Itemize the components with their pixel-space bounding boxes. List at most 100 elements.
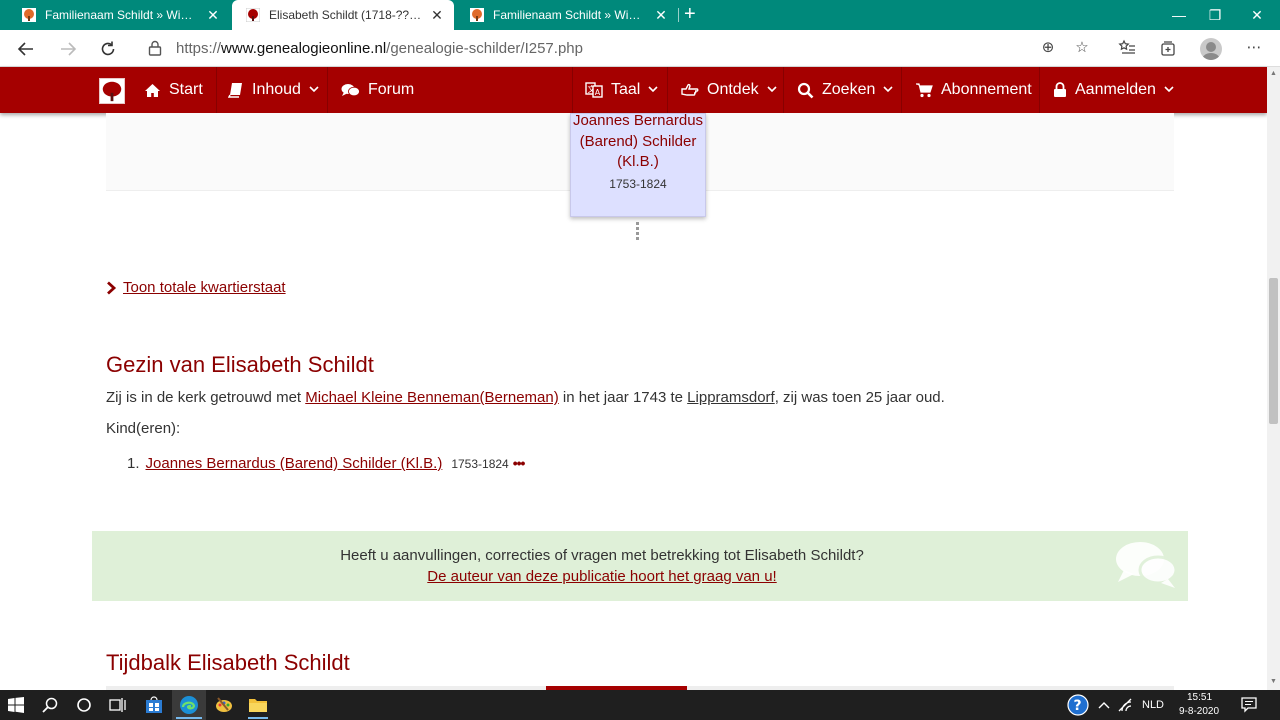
nav-zoeken[interactable]: Zoeken xyxy=(787,67,903,113)
comments-icon xyxy=(341,83,360,98)
nav-separator xyxy=(327,67,328,113)
marriage-text-3: , zij was toen 25 jaar oud. xyxy=(774,389,945,406)
chevron-down-icon xyxy=(883,85,893,96)
search-icon xyxy=(797,82,814,99)
pedigree-person-name[interactable]: Joannes Bernardus (Barend) Schilder (Kl.… xyxy=(571,111,705,173)
nav-separator xyxy=(667,67,668,113)
close-tab-icon[interactable]: ✕ xyxy=(430,7,444,24)
collections-icon[interactable] xyxy=(1158,38,1178,58)
favorite-star-icon[interactable]: ☆ xyxy=(1072,38,1092,58)
nav-inhoud[interactable]: Inhoud xyxy=(218,67,329,113)
nav-ontdek-label: Ontdek xyxy=(707,81,759,98)
nav-start-label: Start xyxy=(169,81,203,98)
scroll-down-icon[interactable]: ▼ xyxy=(1269,678,1278,688)
running-app-indicator xyxy=(248,717,268,719)
tab-title: Familienaam Schildt » Wie (onderzoekt) xyxy=(493,8,646,22)
chevron-down-icon xyxy=(767,85,777,96)
chevron-up-icon[interactable] xyxy=(1092,693,1116,717)
marriage-text: Zij is in de kerk getrouwd met Michael K… xyxy=(106,389,945,406)
nav-separator xyxy=(216,67,217,113)
notification-icon[interactable] xyxy=(1237,693,1261,717)
browser-tab-1[interactable]: Familienaam Schildt » Wie (onderzoekt) ✕ xyxy=(8,0,230,30)
close-tab-icon[interactable]: ✕ xyxy=(654,7,668,24)
pedigree-person-years: 1753-1824 xyxy=(609,176,667,191)
scroll-up-icon[interactable]: ▲ xyxy=(1269,70,1278,80)
tab-title: Familienaam Schildt » Wie (onderzoekt) xyxy=(45,8,198,22)
nav-separator xyxy=(783,67,784,113)
browser-tab-3[interactable]: Familienaam Schildt » Wie (onderzoekt) ✕ xyxy=(456,0,678,30)
pedigree-connector xyxy=(636,222,639,240)
tab-separator xyxy=(678,8,679,22)
nav-aanmelden-label: Aanmelden xyxy=(1075,81,1156,98)
nav-aanmelden[interactable]: Aanmelden xyxy=(1043,67,1184,113)
cortana-icon[interactable] xyxy=(72,693,96,717)
maximize-icon[interactable]: ❐ xyxy=(1192,0,1238,30)
pedigree-person-box[interactable]: Joannes Bernardus (Barend) Schilder (Kl.… xyxy=(570,111,706,217)
help-icon[interactable]: ? xyxy=(1066,693,1090,717)
lock-icon xyxy=(1053,82,1067,98)
add-page-icon[interactable]: ⊕ xyxy=(1038,38,1058,58)
url-path: /genealogie-schilder/I257.php xyxy=(386,40,583,57)
nav-separator xyxy=(1039,67,1040,113)
nav-taal[interactable]: 文A Taal xyxy=(575,67,668,113)
task-view-icon[interactable] xyxy=(106,693,130,717)
close-window-icon[interactable]: ✕ xyxy=(1234,0,1280,30)
site-navbar: Start Inhoud Forum 文A Taal Ontdek Zoeken… xyxy=(0,67,1267,113)
comments-icon xyxy=(1116,542,1178,588)
nav-abonnement-label: Abonnement xyxy=(941,81,1032,98)
favorites-list-icon[interactable] xyxy=(1117,38,1137,58)
back-arrow-icon[interactable] xyxy=(14,37,38,61)
children-label: Kind(eren): xyxy=(106,420,181,437)
tijdbalk-heading: Tijdbalk Elisabeth Schildt xyxy=(106,650,350,675)
url-host: www.genealogieonline.nl xyxy=(221,40,387,57)
language-indicator[interactable]: NLD xyxy=(1142,699,1164,711)
chevron-right-icon xyxy=(106,280,117,295)
feedback-link[interactable]: De auteur van deze publicatie hoort het … xyxy=(427,568,776,585)
url-scheme: https:// xyxy=(176,40,222,57)
profile-avatar[interactable] xyxy=(1200,38,1222,60)
paint-app-icon[interactable] xyxy=(212,693,236,717)
lock-icon[interactable] xyxy=(148,40,162,56)
clock-date[interactable]: 9-8-2020 xyxy=(1179,706,1219,717)
browser-tab-2[interactable]: Elisabeth Schildt (1718-????) » Genealog… xyxy=(232,0,454,30)
tree-favicon-icon xyxy=(246,8,260,22)
site-logo[interactable] xyxy=(99,78,125,104)
more-menu-icon[interactable]: ⋯ xyxy=(1244,38,1264,58)
child-link[interactable]: Joannes Bernardus (Barend) Schilder (Kl.… xyxy=(146,455,443,472)
edge-browser-icon[interactable] xyxy=(177,693,201,717)
feedback-box: Heeft u aanvullingen, correcties of vrag… xyxy=(92,531,1188,601)
active-app-indicator xyxy=(176,717,202,719)
search-icon[interactable] xyxy=(38,693,62,717)
nav-forum-label: Forum xyxy=(368,81,415,98)
windows-start-icon[interactable] xyxy=(4,693,28,717)
toon-kwartierstaat-link[interactable]: Toon totale kwartierstaat xyxy=(123,279,286,296)
file-explorer-icon[interactable] xyxy=(246,693,270,717)
more-options-icon[interactable]: ••• xyxy=(513,455,526,471)
browser-tab-strip: Familienaam Schildt » Wie (onderzoekt) ✕… xyxy=(0,0,1280,30)
spouse-link[interactable]: Michael Kleine Benneman(Berneman) xyxy=(305,389,558,406)
nav-forum[interactable]: Forum xyxy=(331,67,424,113)
scrollbar-thumb[interactable] xyxy=(1269,278,1278,424)
tab-title: Elisabeth Schildt (1718-????) » Genealog… xyxy=(269,8,422,22)
child-number: 1. xyxy=(127,455,140,472)
book-icon xyxy=(228,82,244,98)
nav-separator xyxy=(901,67,902,113)
list-item: 1. Joannes Bernardus (Barend) Schilder (… xyxy=(127,455,526,472)
toon-kwartierstaat[interactable]: Toon totale kwartierstaat xyxy=(106,279,286,296)
reload-icon[interactable] xyxy=(96,37,120,61)
place-link[interactable]: Lippramsdorf xyxy=(687,389,775,406)
nav-abonnement[interactable]: Abonnement xyxy=(905,67,1042,113)
nav-inhoud-label: Inhoud xyxy=(252,81,301,98)
language-icon: 文A xyxy=(585,82,603,98)
forward-arrow-icon[interactable] xyxy=(56,37,80,61)
new-tab-icon[interactable]: + xyxy=(684,4,696,24)
feedback-question: Heeft u aanvullingen, correcties of vrag… xyxy=(340,547,864,564)
clock-time[interactable]: 15:51 xyxy=(1187,692,1212,703)
nav-ontdek[interactable]: Ontdek xyxy=(671,67,787,113)
wifi-icon[interactable] xyxy=(1114,693,1138,717)
nav-separator xyxy=(572,67,573,113)
nav-start[interactable]: Start xyxy=(134,67,213,113)
url-field[interactable]: https://www.genealogieonline.nl/genealog… xyxy=(176,40,583,57)
close-tab-icon[interactable]: ✕ xyxy=(206,7,220,24)
store-app-icon[interactable] xyxy=(142,693,166,717)
